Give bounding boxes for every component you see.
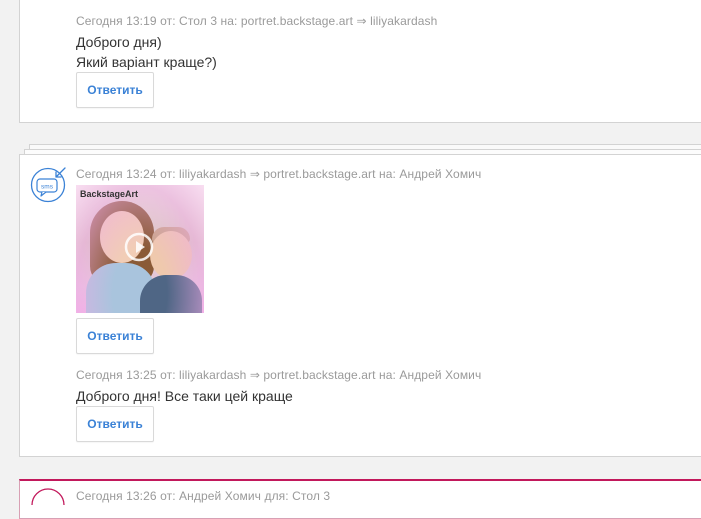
- message-text-line: Доброго дня! Все таки цей краще: [76, 388, 293, 404]
- brand-logo: BackstageArt: [80, 189, 139, 199]
- message-meta: Сегодня 13:25 от: liliyakardash ⇒ portre…: [76, 368, 482, 382]
- sms-badge-text: sms: [41, 184, 54, 191]
- reply-button[interactable]: Ответить: [76, 318, 154, 354]
- message-text-line: Доброго дня): [76, 34, 162, 50]
- message-meta: Сегодня 13:26 от: Андрей Хомич для: Стол…: [76, 489, 331, 503]
- message-meta: Сегодня 13:19 от: Стол 3 на: portret.bac…: [76, 14, 438, 28]
- reply-button[interactable]: Ответить: [76, 72, 154, 108]
- reply-button[interactable]: Ответить: [76, 406, 154, 442]
- video-thumbnail[interactable]: BackstageArt: [76, 185, 204, 313]
- outgoing-message-icon: [31, 488, 65, 506]
- play-icon[interactable]: [123, 231, 155, 263]
- message-text-line: Який варіант краще?): [76, 54, 217, 70]
- sms-incoming-icon: sms: [30, 167, 66, 203]
- message-meta: Сегодня 13:24 от: liliyakardash ⇒ portre…: [76, 167, 482, 181]
